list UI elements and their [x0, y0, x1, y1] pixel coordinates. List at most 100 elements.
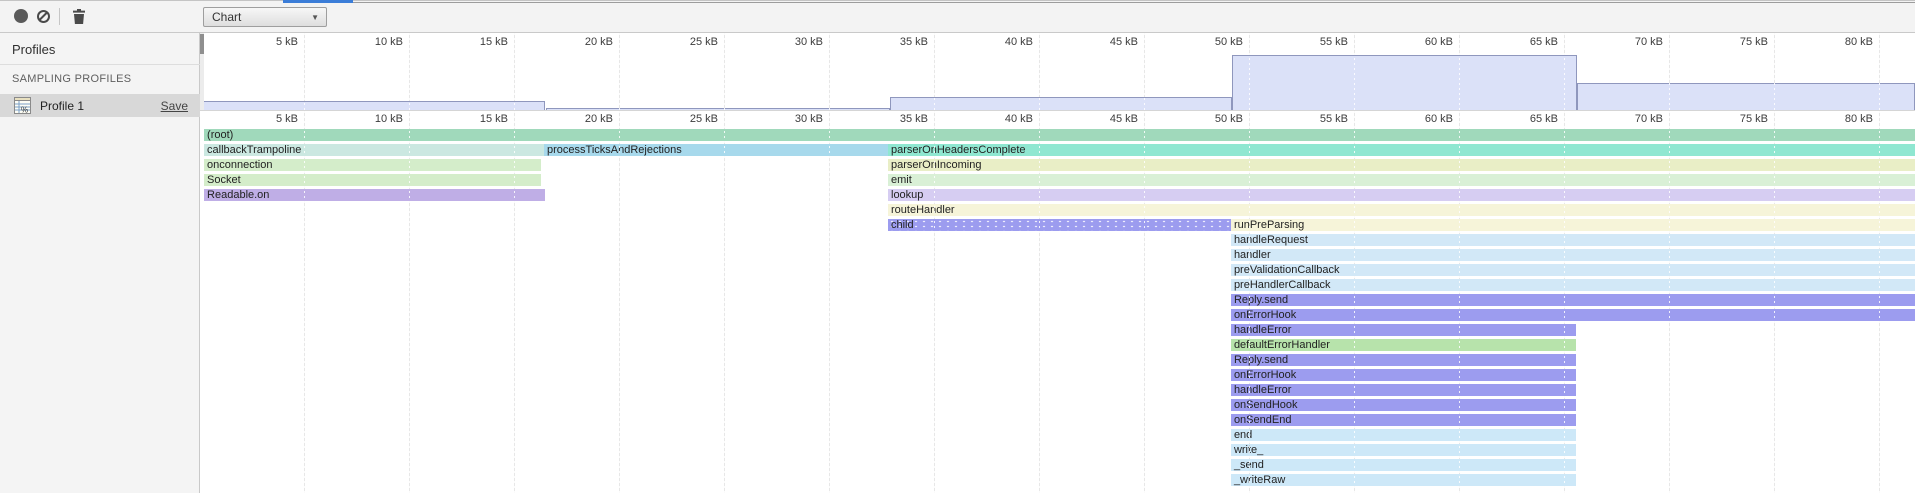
profile-document-icon: %	[14, 97, 31, 114]
overview-memory-step	[1232, 55, 1576, 110]
flame-bar[interactable]: onconnection	[204, 159, 541, 171]
overview-gridline	[724, 33, 725, 110]
chart-view-select-value: Chart	[204, 10, 311, 24]
clear-profiles-button[interactable]	[33, 6, 53, 26]
flame-bar[interactable]: callbackTrampoline	[204, 144, 544, 156]
overview-memory-step	[1577, 83, 1915, 110]
overview-memory-step	[546, 108, 890, 110]
chart-view-select[interactable]: Chart ▼	[203, 7, 327, 27]
flame-tick-label: 20 kB	[533, 113, 613, 125]
overview-tick-label: 10 kB	[323, 36, 403, 48]
flame-bar[interactable]: child	[888, 219, 1231, 231]
ban-icon	[37, 10, 50, 23]
flame-gridline	[619, 111, 620, 493]
flame-bar[interactable]: Reply.send	[1231, 354, 1576, 366]
flame-bar[interactable]: onSendEnd	[1231, 414, 1576, 426]
flame-bar[interactable]: handleRequest	[1231, 234, 1915, 246]
flame-tick-label: 80 kB	[1793, 113, 1873, 125]
top-border-dark-segment	[353, 2, 1915, 3]
overview-gridline	[514, 33, 515, 110]
flame-tick-label: 45 kB	[1058, 113, 1138, 125]
flame-tick-label: 40 kB	[953, 113, 1033, 125]
flame-bar[interactable]: _send	[1231, 459, 1576, 471]
overview-tick-label: 40 kB	[953, 36, 1033, 48]
flame-tick-label: 65 kB	[1478, 113, 1558, 125]
devtools-memory-profiler: Chart ▼ Profiles SAMPLING PROFILES % Pro…	[0, 0, 1915, 493]
memory-overview-pane[interactable]: 5 kB10 kB15 kB20 kB25 kB30 kB35 kB40 kB4…	[200, 33, 1915, 110]
flame-bar[interactable]: write_	[1231, 444, 1576, 456]
flame-gridline	[829, 111, 830, 493]
overview-tick-label: 5 kB	[218, 36, 298, 48]
sidebar-divider	[0, 64, 200, 65]
flame-tick-label: 60 kB	[1373, 113, 1453, 125]
flame-bar[interactable]: routeHandler	[888, 204, 1915, 216]
flame-gridline	[724, 111, 725, 493]
flame-bar[interactable]: lookup	[888, 189, 1915, 201]
flame-chart-pane[interactable]: 5 kB 10 kB 15 kB 20 kB 25 kB 30 kB 35 kB 40 kB 4…	[200, 110, 1915, 493]
flame-bar[interactable]: runPreParsing	[1231, 219, 1915, 231]
record-button[interactable]	[11, 6, 31, 26]
flame-bar[interactable]: handler	[1231, 249, 1915, 261]
flame-bar[interactable]: onErrorHook	[1231, 369, 1576, 381]
overview-tick-label: 20 kB	[533, 36, 613, 48]
sampling-profiles-section-heading: SAMPLING PROFILES	[12, 73, 131, 85]
profile-name: Profile 1	[40, 99, 161, 113]
flame-tick-label: 75 kB	[1688, 113, 1768, 125]
toolbar-separator	[59, 8, 60, 25]
flame-tick-label: 25 kB	[638, 113, 718, 125]
overview-gridline	[304, 33, 305, 110]
sidebar: Profiles SAMPLING PROFILES % Profile 1 S…	[0, 33, 200, 493]
flame-tick-label: 10 kB	[323, 113, 403, 125]
record-icon	[14, 9, 28, 23]
profiles-heading: Profiles	[12, 42, 55, 57]
flame-bar[interactable]: end	[1231, 429, 1576, 441]
overview-tick-label: 15 kB	[428, 36, 508, 48]
delete-profile-button[interactable]	[69, 6, 89, 26]
svg-text:%: %	[21, 106, 28, 115]
flame-tick-label: 70 kB	[1583, 113, 1663, 125]
active-tab-indicator	[283, 0, 353, 3]
flame-bar[interactable]: emit	[888, 174, 1915, 186]
overview-tick-label: 25 kB	[638, 36, 718, 48]
overview-tick-label: 35 kB	[848, 36, 928, 48]
flame-bar[interactable]: onSendHook	[1231, 399, 1576, 411]
flame-bar[interactable]: Socket	[204, 174, 541, 186]
flame-bar[interactable]: defaultErrorHandler	[1231, 339, 1576, 351]
overview-gridline	[829, 33, 830, 110]
flame-tick-label: 35 kB	[848, 113, 928, 125]
flame-bar[interactable]: parserOnHeadersComplete	[888, 144, 1915, 156]
flame-bar[interactable]: parserOnIncoming	[888, 159, 1915, 171]
overview-memory-step	[203, 101, 545, 110]
sidebar-item-profile-1[interactable]: % Profile 1 Save	[0, 94, 200, 117]
flame-tick-label: 30 kB	[743, 113, 823, 125]
flame-bar[interactable]: handleError	[1231, 384, 1576, 396]
overview-tick-label: 55 kB	[1268, 36, 1348, 48]
chevron-down-icon: ▼	[311, 13, 326, 22]
flame-bar[interactable]: Readable.on	[204, 189, 545, 201]
overview-memory-step	[890, 97, 1232, 110]
flame-tick-label: 5 kB	[218, 113, 298, 125]
flame-bar[interactable]: preValidationCallback	[1231, 264, 1915, 276]
flame-bar[interactable]: preHandlerCallback	[1231, 279, 1915, 291]
overview-scrollbar-track[interactable]	[200, 33, 204, 110]
flame-bar[interactable]: Reply.send	[1231, 294, 1915, 306]
flame-bar[interactable]: processTicksAndRejections	[544, 144, 888, 156]
flame-tick-label: 50 kB	[1163, 113, 1243, 125]
flame-tick-label: 55 kB	[1268, 113, 1348, 125]
flame-bar[interactable]: onErrorHook	[1231, 309, 1915, 321]
flame-bar[interactable]: _writeRaw	[1231, 474, 1576, 486]
overview-scrollbar-thumb[interactable]	[200, 34, 204, 54]
overview-tick-label: 45 kB	[1058, 36, 1138, 48]
overview-tick-label: 70 kB	[1583, 36, 1663, 48]
flame-bar[interactable]: (root)	[204, 129, 1915, 141]
overview-tick-label: 65 kB	[1478, 36, 1558, 48]
overview-tick-label: 80 kB	[1793, 36, 1873, 48]
overview-tick-label: 75 kB	[1688, 36, 1768, 48]
save-profile-link[interactable]: Save	[161, 99, 188, 113]
overview-tick-label: 50 kB	[1163, 36, 1243, 48]
toolbar: Chart ▼	[0, 0, 1915, 33]
overview-gridline	[409, 33, 410, 110]
flame-tick-label: 15 kB	[428, 113, 508, 125]
overview-gridline	[619, 33, 620, 110]
flame-bar[interactable]: handleError	[1231, 324, 1576, 336]
